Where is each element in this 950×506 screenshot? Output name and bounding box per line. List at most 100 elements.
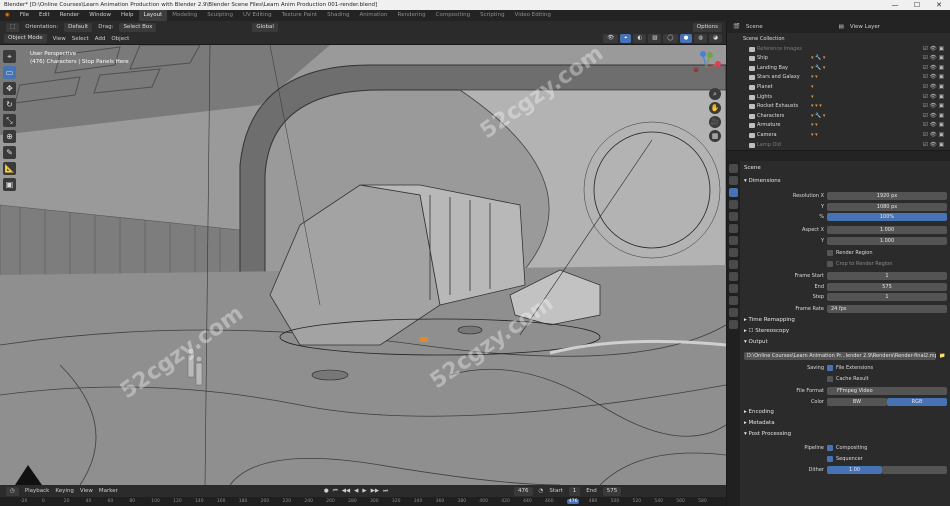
gizmo-toggle-icon[interactable]: ⌖ <box>620 34 632 43</box>
sequencer-checkbox[interactable] <box>827 455 833 462</box>
menu-render[interactable]: Render <box>55 10 85 21</box>
maximize-button[interactable]: ☐ <box>906 0 928 10</box>
rendered-shading-icon[interactable]: ◕ <box>709 34 722 43</box>
visibility-toggle-icon[interactable]: ☑👁▣ <box>923 93 946 103</box>
outliner-row[interactable]: Landing Bay ▾ 🔧 ▾ ☑👁▣ <box>727 64 950 74</box>
zoom-icon[interactable]: ⌕ <box>709 88 721 100</box>
jump-start-icon[interactable]: ⏮ <box>333 488 338 495</box>
color-rgb-button[interactable]: RGB <box>887 397 947 406</box>
select-menu[interactable]: Select <box>72 36 89 42</box>
frame-start-field[interactable]: 1 <box>827 272 947 280</box>
cursor-icon[interactable]: ⌖ <box>3 50 16 63</box>
outliner-row[interactable]: Reference Images ☑👁▣ <box>727 45 950 55</box>
record-icon[interactable]: ● <box>324 488 329 495</box>
object-menu[interactable]: Object <box>111 36 129 42</box>
time-remapping-panel-header[interactable]: ▸ Time Remapping <box>744 317 795 323</box>
metadata-panel-header[interactable]: ▸ Metadata <box>744 420 775 426</box>
transform-icon[interactable]: ⊕ <box>3 130 16 143</box>
render-region-checkbox[interactable] <box>827 250 833 256</box>
encoding-panel-header[interactable]: ▸ Encoding <box>744 409 774 415</box>
add-cube-icon[interactable]: ▣ <box>3 178 16 191</box>
tab-animation[interactable]: Animation <box>354 10 392 21</box>
current-frame-field[interactable]: 476 <box>514 486 533 496</box>
view-menu[interactable]: View <box>80 488 93 494</box>
outliner-row[interactable]: Characters ▾ 🔧 ▾ ☑👁▣ <box>727 112 950 122</box>
visibility-toggle-icon[interactable]: ☑👁▣ <box>923 112 946 122</box>
constraints-tab-icon[interactable] <box>729 284 738 293</box>
tab-compositing[interactable]: Compositing <box>431 10 475 21</box>
view-layer-tab-icon[interactable] <box>729 200 738 209</box>
render-tab-icon[interactable] <box>729 176 738 185</box>
play-icon[interactable]: ▶ <box>362 488 366 495</box>
tab-shading[interactable]: Shading <box>322 10 354 21</box>
dither-slider-track[interactable] <box>882 466 947 474</box>
pan-icon[interactable]: ✋ <box>709 102 721 114</box>
output-path-field[interactable]: D:\Online Courses\Learn Animation Pr...l… <box>744 352 936 360</box>
visibility-toggle-icon[interactable]: ☑👁▣ <box>923 83 946 93</box>
scale-icon[interactable]: ⤡ <box>3 114 16 127</box>
minimize-button[interactable]: — <box>884 0 906 10</box>
frame-step-field[interactable]: 1 <box>827 293 947 302</box>
3d-viewport[interactable] <box>0 45 726 485</box>
outliner-row[interactable]: Lamp Old ☑👁▣ <box>727 141 950 151</box>
tool-select-icon[interactable]: ⬚ <box>6 22 20 32</box>
editor-type-icon[interactable]: ◷ <box>6 486 19 496</box>
object-tab-icon[interactable] <box>729 236 738 245</box>
outliner-row[interactable]: Stars and Galaxy ▾ ▾ ☑👁▣ <box>727 73 950 83</box>
jump-end-icon[interactable]: ⏭ <box>383 488 388 495</box>
start-frame-field[interactable]: 1 <box>568 486 581 496</box>
annotate-icon[interactable]: ✎ <box>3 146 16 159</box>
select-box-icon[interactable]: ▭ <box>3 66 16 79</box>
rotate-icon[interactable]: ↻ <box>3 98 16 111</box>
visibility-toggle-icon[interactable]: ☑👁▣ <box>923 131 946 141</box>
aspect-x-field[interactable]: 1.000 <box>827 226 947 234</box>
orientation-dropdown[interactable]: Default <box>64 22 93 32</box>
menu-help[interactable]: Help <box>116 10 139 21</box>
ortho-toggle-icon[interactable]: ▦ <box>709 130 721 142</box>
playback-menu[interactable]: Playback <box>25 488 50 494</box>
dither-slider[interactable]: 1.00 <box>827 466 882 474</box>
stereoscopy-panel-header[interactable]: ▸ ☐ Stereoscopy <box>744 328 789 334</box>
particles-tab-icon[interactable] <box>729 260 738 269</box>
outliner-scene-collection[interactable]: Scene Collection <box>727 35 950 45</box>
color-bw-button[interactable]: BW <box>827 397 887 406</box>
end-frame-field[interactable]: 575 <box>602 486 622 496</box>
file-format-dropdown[interactable]: FFmpeg Video <box>827 387 947 395</box>
folder-icon[interactable]: 📁 <box>939 351 945 362</box>
wireframe-shading-icon[interactable]: ◯ <box>663 34 678 43</box>
tab-texture-paint[interactable]: Texture Paint <box>277 10 323 21</box>
output-panel-header[interactable]: ▾ Output <box>744 339 768 345</box>
tab-layout[interactable]: Layout <box>138 10 168 21</box>
outliner-row[interactable]: Planet ▾ ☑👁▣ <box>727 83 950 93</box>
outliner-row[interactable]: Camera ▾ ▾ ☑👁▣ <box>727 131 950 141</box>
texture-tab-icon[interactable] <box>729 320 738 329</box>
mode-dropdown[interactable]: Object Mode <box>4 34 47 43</box>
visibility-toggle-icon[interactable]: ☑👁▣ <box>923 121 946 131</box>
visibility-toggle-icon[interactable]: ☑👁▣ <box>923 45 946 55</box>
tab-sculpting[interactable]: Sculpting <box>202 10 238 21</box>
menu-file[interactable]: File <box>15 10 34 21</box>
tab-scripting[interactable]: Scripting <box>475 10 509 21</box>
navigation-gizmo[interactable] <box>688 50 724 86</box>
material-tab-icon[interactable] <box>729 308 738 317</box>
frame-end-field[interactable]: 575 <box>827 282 947 291</box>
resolution-y-field[interactable]: 1080 px <box>827 202 947 211</box>
add-menu[interactable]: Add <box>95 36 106 42</box>
resolution-x-field[interactable]: 1920 px <box>827 192 947 200</box>
visibility-toggle-icon[interactable]: ☑👁▣ <box>923 64 946 74</box>
resolution-pct-slider[interactable]: 100% <box>827 213 947 222</box>
tab-rendering[interactable]: Rendering <box>393 10 431 21</box>
visibility-toggle-icon[interactable]: ☑👁▣ <box>923 54 946 64</box>
close-button[interactable]: ✕ <box>928 0 950 10</box>
visibility-toggle-icon[interactable]: ☑👁▣ <box>923 141 946 151</box>
xray-icon[interactable]: ▧ <box>648 34 662 43</box>
outliner-row[interactable]: Ship ▾ 🔧 ▾ ☑👁▣ <box>727 54 950 64</box>
solid-shading-icon[interactable]: ● <box>679 34 693 43</box>
preview-range-icon[interactable]: ◔ <box>539 488 544 494</box>
modifier-tab-icon[interactable] <box>729 248 738 257</box>
keying-menu[interactable]: Keying <box>55 488 73 494</box>
measure-icon[interactable]: 📐 <box>3 162 16 175</box>
overlays-icon[interactable]: ◐ <box>633 34 647 43</box>
visibility-toggle-icon[interactable]: ☑👁▣ <box>923 73 946 83</box>
blender-logo-icon[interactable]: ◉ <box>0 10 15 21</box>
